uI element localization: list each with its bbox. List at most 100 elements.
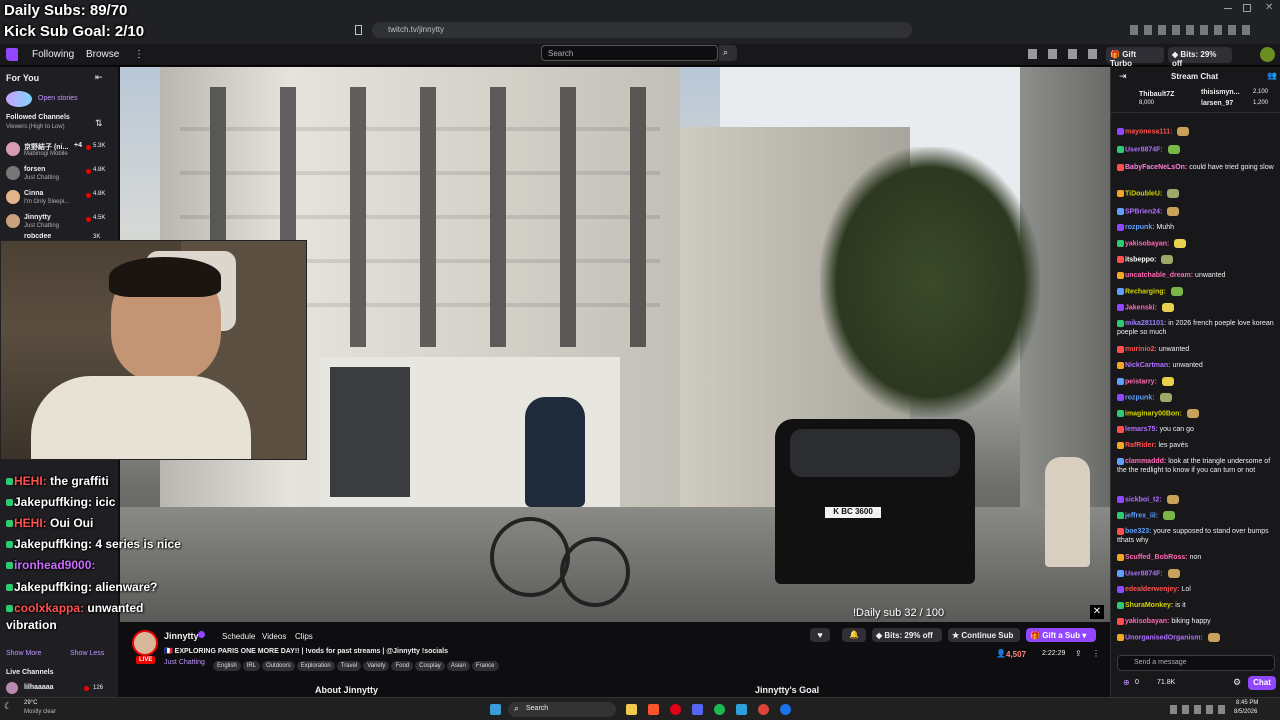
sort-icon[interactable]: ⇅: [95, 118, 103, 129]
following-link[interactable]: Following: [32, 49, 74, 60]
tab-clips[interactable]: Clips: [295, 632, 313, 641]
sort-label[interactable]: Viewers (High to Low): [6, 124, 65, 130]
bits-button[interactable]: ◆ Bits: 29% off: [1168, 47, 1232, 68]
chat-username[interactable]: mika281101:: [1125, 320, 1166, 327]
chat-username[interactable]: mayonesa111:: [1125, 128, 1172, 135]
chat-username[interactable]: rozpunk:: [1125, 224, 1155, 231]
chat-username[interactable]: lemars75:: [1125, 426, 1158, 433]
taskbar-search[interactable]: ⌕ Search: [508, 702, 616, 717]
chat-input[interactable]: Send a message: [1117, 655, 1275, 671]
chat-username[interactable]: jeffrex_iii:: [1125, 512, 1158, 519]
more-options-icon[interactable]: ⋮: [1092, 649, 1100, 658]
chat-username[interactable]: TiDoubleU:: [1125, 190, 1162, 197]
chat-username[interactable]: Jakenski:: [1125, 304, 1157, 311]
system-tray-icons[interactable]: [1170, 705, 1230, 714]
notifications-button[interactable]: 🔔: [842, 628, 866, 642]
close-overlay-icon[interactable]: ✕: [1090, 605, 1104, 619]
chat-username[interactable]: SPBrien24:: [1125, 208, 1162, 215]
open-stories-link[interactable]: Open stories: [38, 95, 78, 102]
file-explorer-icon[interactable]: [626, 704, 637, 715]
chat-username[interactable]: peistarry:: [1125, 378, 1157, 385]
collapse-sidebar-icon[interactable]: ⇤: [95, 72, 103, 83]
sidebar-item-live-1[interactable]: lilhaaaaa 126: [0, 681, 118, 695]
chat-username[interactable]: murinio2:: [1125, 346, 1157, 353]
opera-icon[interactable]: [670, 704, 681, 715]
weather-icon[interactable]: ☾: [4, 701, 12, 712]
address-bar[interactable]: twitch.tv/jinnytty: [372, 22, 912, 38]
collapse-chat-icon[interactable]: ⇥: [1119, 71, 1127, 82]
user-avatar[interactable]: [1260, 47, 1275, 62]
gift-turbo-button[interactable]: 🎁 Gift Turbo: [1106, 47, 1164, 68]
tag[interactable]: Asian: [446, 661, 470, 671]
category-link[interactable]: Just Chatting: [164, 659, 205, 666]
chat-username[interactable]: RafRider:: [1125, 442, 1157, 449]
chat-username[interactable]: sickboi_t2:: [1125, 496, 1162, 503]
tag[interactable]: Outdoors: [262, 661, 295, 671]
app-icon[interactable]: [780, 704, 791, 715]
leader-name[interactable]: larsen_97: [1201, 100, 1233, 107]
bits-offer-button[interactable]: ◆ Bits: 29% off: [872, 628, 942, 642]
sidebar-item-channel-3[interactable]: Cinna I'm Only Sleepi... 4.8K: [0, 187, 118, 209]
chat-username[interactable]: imaginary00Bon:: [1125, 410, 1182, 417]
sidebar-item-channel-4[interactable]: Jinnytty Just Chatting 4.5K: [0, 211, 118, 233]
chat-username[interactable]: Recharging:: [1125, 288, 1166, 295]
gift-sub-button[interactable]: 🎁 Gift a Sub ▾: [1026, 628, 1096, 642]
search-button[interactable]: ⌕: [719, 45, 737, 61]
chat-username[interactable]: yakisobayan:: [1125, 240, 1169, 247]
minimize-icon[interactable]: [1224, 8, 1232, 9]
points-icon[interactable]: ⊕: [1123, 678, 1130, 687]
close-window-icon[interactable]: ✕: [1265, 2, 1273, 13]
tag[interactable]: Exploration: [296, 661, 335, 671]
leader-name[interactable]: thisismyn...: [1201, 89, 1240, 96]
settings-icon[interactable]: ⚙: [1233, 677, 1241, 688]
continue-sub-button[interactable]: ★ Continue Sub: [948, 628, 1020, 642]
chat-username[interactable]: yakisobayan:: [1125, 618, 1169, 625]
browse-link[interactable]: Browse: [86, 49, 119, 60]
tab-schedule[interactable]: Schedule: [222, 632, 255, 641]
follow-heart-button[interactable]: ♥: [810, 628, 830, 642]
chat-username[interactable]: itsbeppo:: [1125, 256, 1157, 263]
windows-start-icon[interactable]: [490, 704, 501, 715]
streamer-avatar[interactable]: [132, 630, 158, 656]
channel-name[interactable]: Jinnytty: [164, 631, 199, 641]
chat-username[interactable]: ShuraMonkey:: [1125, 602, 1173, 609]
show-more-link[interactable]: Show More: [6, 650, 41, 657]
clock-time[interactable]: 8:45 PM: [1236, 700, 1258, 706]
chat-username[interactable]: uncatchable_dream:: [1125, 272, 1193, 279]
prime-icons[interactable]: [1028, 49, 1098, 59]
tag[interactable]: Food: [391, 661, 414, 671]
chrome-icon[interactable]: [758, 704, 769, 715]
maximize-icon[interactable]: [1243, 4, 1251, 12]
telegram-icon[interactable]: [736, 704, 747, 715]
chat-username[interactable]: User8874F:: [1125, 570, 1163, 577]
chat-username[interactable]: Scuffed_BobRoss:: [1125, 554, 1188, 561]
tag[interactable]: France: [471, 661, 499, 671]
tag[interactable]: Travel: [336, 661, 362, 671]
chat-username[interactable]: edealderwenjey:: [1125, 586, 1179, 593]
show-less-link[interactable]: Show Less: [70, 650, 104, 657]
tag[interactable]: IRL: [242, 661, 261, 671]
chat-username[interactable]: UnorganisedOrganism:: [1125, 634, 1203, 641]
extensions-icons[interactable]: [1130, 25, 1250, 35]
tag[interactable]: Cosplay: [415, 661, 445, 671]
bookmark-icon[interactable]: [355, 25, 362, 35]
chat-username[interactable]: User8874F:: [1125, 146, 1163, 153]
chat-username[interactable]: NickCartman:: [1125, 362, 1171, 369]
search-input[interactable]: Search: [541, 45, 718, 61]
tab-videos[interactable]: Videos: [262, 632, 286, 641]
chat-username[interactable]: clammaddd:: [1125, 458, 1166, 465]
leader-name[interactable]: Thibault7Z: [1139, 91, 1174, 98]
chat-username[interactable]: BabyFaceNeLsOn:: [1125, 164, 1187, 171]
stories-avatar[interactable]: [6, 91, 32, 107]
tag[interactable]: English: [213, 661, 241, 671]
sidebar-item-channel-2[interactable]: forsen Just Chatting 4.8K: [0, 163, 118, 185]
clock-date[interactable]: 8/5/2026: [1234, 709, 1257, 715]
twitch-logo-icon[interactable]: [6, 48, 18, 61]
brave-icon[interactable]: [648, 704, 659, 715]
chat-username[interactable]: rozpunk:: [1125, 394, 1155, 401]
discord-icon[interactable]: [692, 704, 703, 715]
users-icon[interactable]: 👥: [1267, 71, 1277, 80]
chat-username[interactable]: boe323:: [1125, 528, 1151, 535]
chat-send-button[interactable]: Chat: [1248, 676, 1276, 690]
tag[interactable]: Variety: [363, 661, 390, 671]
